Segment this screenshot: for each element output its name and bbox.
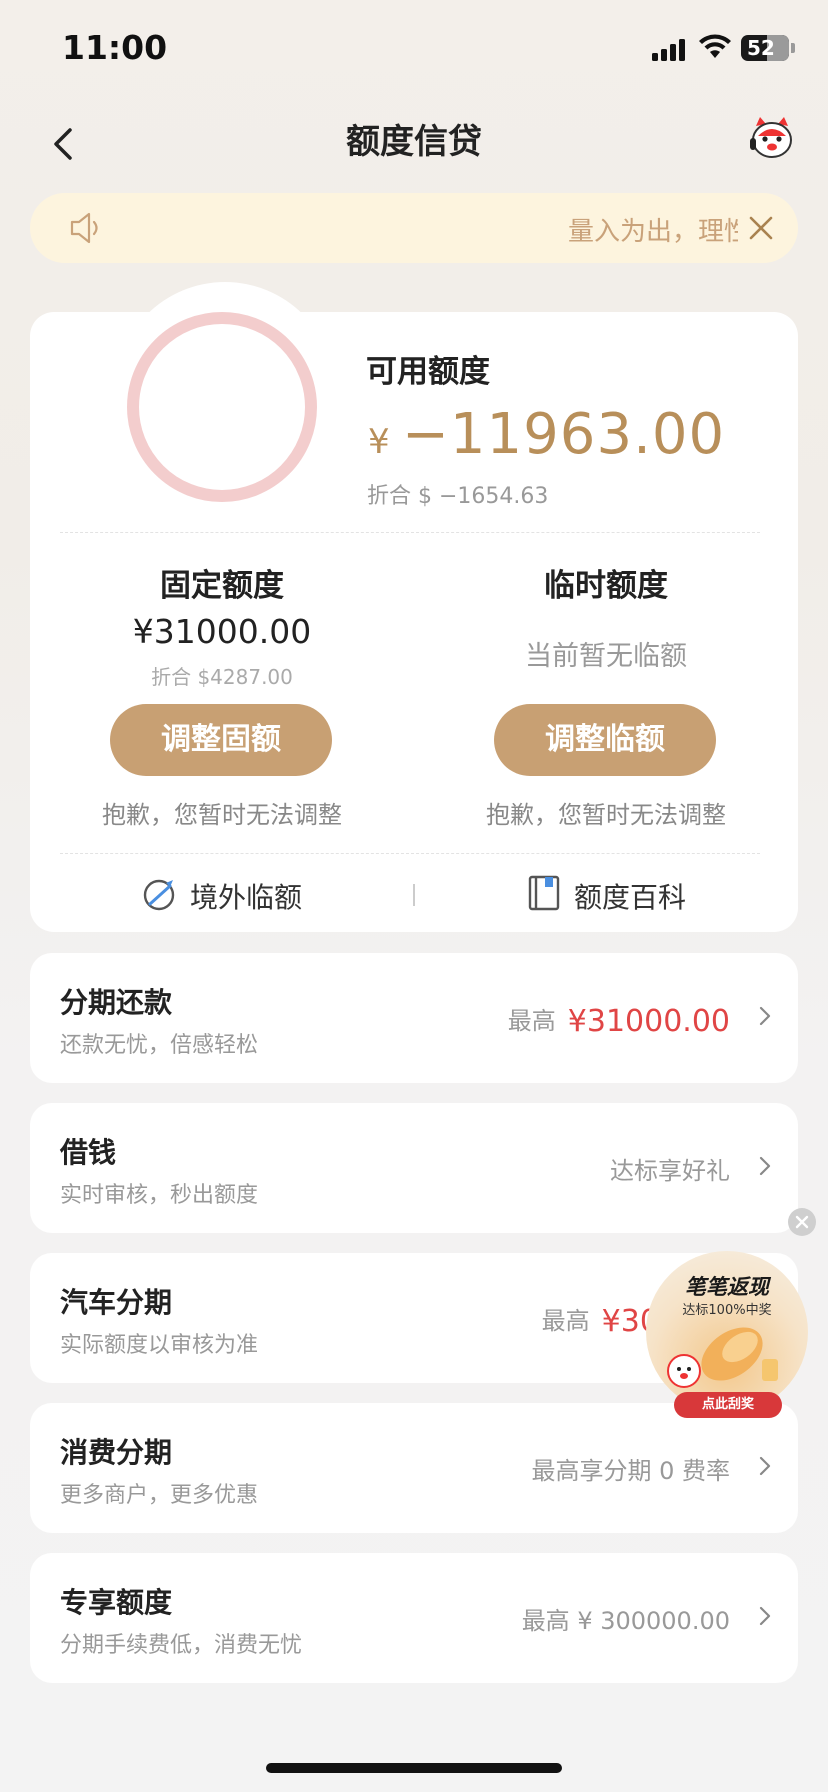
link-divider — [413, 884, 415, 906]
list-item-subtitle: 实时审核，秒出额度 — [60, 1183, 259, 1208]
battery-level: 52 — [747, 36, 775, 60]
close-icon[interactable] — [746, 213, 776, 243]
chevron-right-icon — [759, 1606, 771, 1626]
list-item-right-text: 达标享好礼 — [610, 1151, 730, 1186]
chevron-right-icon — [759, 1156, 771, 1176]
fixed-quota-value: ¥31000.00 — [132, 612, 312, 651]
list-item-prefix: 达标享好礼 — [610, 1157, 730, 1185]
battery-tip — [791, 43, 795, 53]
available-quota-label: 可用额度 — [366, 354, 490, 390]
divider — [60, 853, 760, 854]
list-item-consumer-installment[interactable]: 消费分期 更多商户，更多优惠 最高享分期 0 费率 — [30, 1403, 798, 1533]
list-item-right-text: 最高享分期 0 费率 — [531, 1451, 730, 1486]
fixed-adjust-note: 抱歉，您暂时无法调整 — [102, 801, 342, 829]
list-item-subtitle: 实际额度以审核为准 — [60, 1333, 259, 1358]
available-quota-usd: 折合 $ −1654.63 — [367, 484, 549, 509]
battery-icon: 52 — [741, 35, 789, 61]
list-item-right-text: 最高 ¥ 300000.00 — [522, 1601, 730, 1636]
overseas-quota-link[interactable]: 境外临额 — [190, 876, 302, 916]
temporary-quota-title: 临时额度 — [544, 568, 668, 604]
status-bar: 11:00 52 — [0, 0, 828, 100]
list-item-title: 借钱 — [60, 1136, 117, 1169]
adjust-temporary-quota-button[interactable]: 调整临额 — [494, 704, 716, 776]
status-time: 11:00 — [62, 28, 168, 67]
page-title: 额度信贷 — [346, 122, 482, 162]
list-item-prefix: 最高 — [541, 1307, 590, 1335]
chevron-right-icon — [759, 1456, 771, 1476]
promo-subtitle: 达标100%中奖 — [682, 1303, 772, 1318]
currency-symbol: ¥ — [368, 422, 390, 462]
available-quota-value: −11963.00 — [402, 402, 726, 467]
notice-bar[interactable]: 量入为出，理性消费 — [30, 193, 798, 263]
list-item-prefix: 最高 — [507, 1007, 556, 1035]
list-item-prefix: 最高 ¥ 300000.00 — [521, 1607, 730, 1635]
home-indicator[interactable] — [266, 1763, 562, 1773]
wifi-icon — [699, 34, 731, 58]
adjust-fixed-quota-button[interactable]: 调整固额 — [110, 704, 332, 776]
scratch-prize-button[interactable]: 点此刮奖 — [674, 1392, 782, 1418]
notice-text: 量入为出，理性消费 — [568, 217, 738, 247]
list-item-title: 分期还款 — [60, 986, 173, 1019]
chevron-right-icon — [759, 1006, 771, 1026]
list-item-subtitle: 更多商户，更多优惠 — [60, 1483, 259, 1508]
fixed-quota-usd: 折合 $4287.00 — [151, 665, 293, 689]
speaker-icon — [70, 212, 98, 244]
list-item-right-text: 最高 ¥31000.00 — [507, 1001, 730, 1039]
close-icon — [795, 1215, 809, 1229]
list-item-installment-repayment[interactable]: 分期还款 还款无忧，倍感轻松 最高 ¥31000.00 — [30, 953, 798, 1083]
book-icon[interactable] — [527, 874, 561, 912]
cellular-signal-icon — [652, 39, 685, 61]
overseas-quota-icon[interactable] — [140, 874, 178, 914]
list-item-title: 消费分期 — [60, 1436, 173, 1469]
promo-close-button[interactable] — [788, 1208, 816, 1236]
list-item-title: 专享额度 — [60, 1586, 173, 1619]
list-item-subtitle: 分期手续费低，消费无忧 — [60, 1633, 303, 1658]
divider — [60, 532, 760, 533]
list-item-subtitle: 还款无忧，倍感轻松 — [60, 1033, 259, 1058]
quota-wiki-link[interactable]: 额度百科 — [574, 876, 686, 916]
fixed-quota-title: 固定额度 — [160, 568, 284, 604]
list-item-amount: ¥31000.00 — [567, 1004, 730, 1039]
quota-ring — [127, 312, 317, 502]
cashback-promo[interactable]: 笔笔返现 达标100%中奖 点此刮奖 — [644, 1249, 810, 1419]
nav-bar: 额度信贷 — [0, 100, 828, 190]
promo-title: 笔笔返现 — [685, 1275, 769, 1299]
list-item-borrow[interactable]: 借钱 实时审核，秒出额度 达标享好礼 — [30, 1103, 798, 1233]
list-item-prefix: 最高享分期 0 费率 — [531, 1457, 730, 1485]
list-item-title: 汽车分期 — [60, 1286, 173, 1319]
temporary-quota-empty: 当前暂无临额 — [525, 641, 687, 672]
mascot-icon[interactable] — [748, 114, 796, 162]
temporary-adjust-note: 抱歉，您暂时无法调整 — [486, 801, 726, 829]
list-item-exclusive-quota[interactable]: 专享额度 分期手续费低，消费无忧 最高 ¥ 300000.00 — [30, 1553, 798, 1683]
